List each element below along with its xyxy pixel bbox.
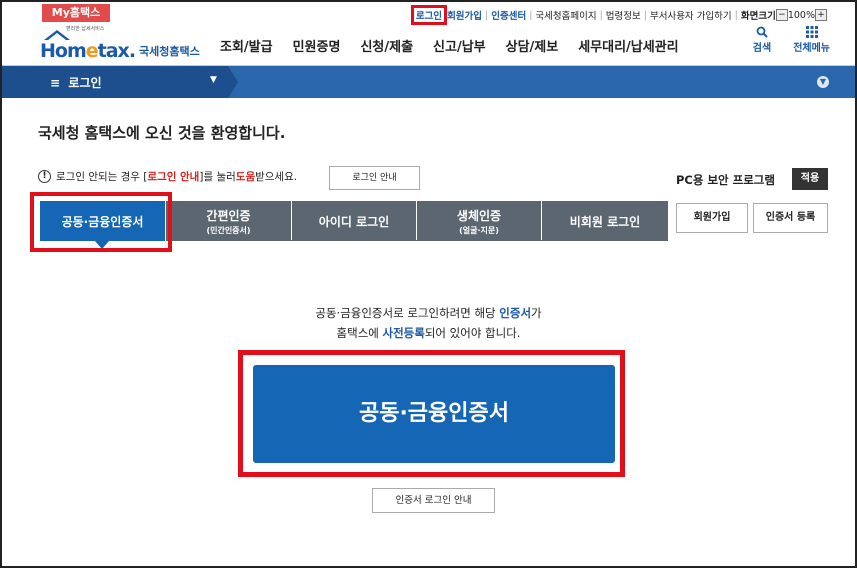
login-notice: ! 로그인 안되는 경우 [로그인 안내]를 눌러 도움 받으세요.	[38, 169, 297, 184]
apply-security-button[interactable]: 적용	[792, 168, 828, 190]
screen-size-label: 화면크기	[740, 11, 776, 22]
breadcrumb[interactable]: ≡ 로그인 ▼	[2, 66, 238, 98]
search-label: 검색	[752, 43, 772, 54]
cert-login-guide-button[interactable]: 인증서 로그인 안내	[372, 488, 495, 513]
nav-item-tax-agent[interactable]: 세무대리/납세관리	[578, 36, 678, 55]
tab-label: 비회원 로그인	[569, 214, 641, 229]
notice-link-text: 로그인 안내	[147, 171, 200, 183]
cert-login-description: 공동·금융인증서로 로그인하려면 해당 인증서가 홈택스에 사전등록되어 있어야…	[0, 303, 857, 343]
divider: |	[599, 9, 603, 21]
main-nav: 조회/발급 민원증명 신청/제출 신고/납부 상담/제보 세무대리/납세관리	[220, 36, 699, 55]
tab-biometric-auth[interactable]: 생체인증 (얼굴·지문)	[417, 201, 542, 241]
tab-id-login[interactable]: 아이디 로그인	[292, 201, 417, 241]
nav-item-certificates[interactable]: 민원증명	[293, 36, 341, 55]
dept-user-signup-link[interactable]: 부서사용자 가입하기	[650, 8, 732, 22]
text: 되어 있어야 합니다.	[424, 326, 521, 340]
divider: |	[485, 9, 489, 21]
page-title: 국세청 홈택스에 오신 것을 환영합니다.	[38, 124, 286, 142]
tab-guest-login[interactable]: 비회원 로그인	[542, 201, 668, 241]
login-guide-button[interactable]: 로그인 안내	[329, 166, 420, 190]
logo-part: e	[85, 40, 99, 62]
logo-part: tax.	[97, 40, 136, 62]
alert-icon: !	[38, 170, 51, 183]
nav-item-inquiry[interactable]: 조회/발급	[220, 36, 273, 55]
header-icons: 검색 전체메뉴	[731, 26, 830, 54]
text: 공동·금융인증서로 로그인하려면 해당	[315, 306, 500, 320]
tab-simple-auth[interactable]: 간편인증 (민간인증서)	[166, 201, 292, 241]
logo-korean-name: 국세청홈택스	[139, 45, 200, 58]
notice-text: 로그인 안되는 경우 [	[56, 171, 148, 183]
search-button[interactable]: 검색	[753, 26, 771, 54]
law-info-link[interactable]: 법령정보	[606, 8, 641, 22]
grid-menu-icon	[805, 26, 818, 38]
tab-label: 아이디 로그인	[318, 214, 390, 229]
logo-wordmark: Hometax.	[40, 40, 136, 62]
logo-part: Hom	[40, 40, 87, 62]
zoom-control: − 100% +	[775, 9, 827, 21]
description-line-2: 홈택스에 사전등록되어 있어야 합니다.	[0, 323, 857, 343]
tab-label: 생체인증	[456, 208, 502, 223]
zoom-in-button[interactable]: +	[815, 9, 827, 21]
nav-item-filing[interactable]: 신고/납부	[433, 36, 486, 55]
nts-homepage-link[interactable]: 국세청홈페이지	[535, 8, 596, 22]
hometax-logo[interactable]: 편리한 납세서비스 Hometax. 국세청홈택스	[40, 26, 200, 62]
zoom-out-button[interactable]: −	[775, 9, 788, 21]
cert-center-link[interactable]: 인증센터	[491, 8, 526, 22]
notice-text: ]를 눌러	[199, 171, 236, 183]
pc-security-label: PC용 보안 프로그램	[676, 173, 775, 187]
text: 가	[531, 306, 542, 320]
logo-tagline: 편리한 납세서비스	[66, 26, 105, 32]
zoom-value: 100%	[787, 9, 815, 21]
text-emphasis: 사전등록	[382, 326, 425, 340]
breadcrumb-bar: ≡ 로그인 ▼ ▼	[2, 66, 855, 98]
menu-icon: ≡	[50, 76, 61, 90]
tab-sublabel: (민간인증서)	[206, 225, 251, 235]
nav-item-application[interactable]: 신청/제출	[360, 36, 413, 55]
top-utility-bar: My홈택스 로그인 회원가입 | 인증센터 | 국세청홈페이지 | 법령정보 |…	[2, 2, 855, 25]
caret-down-icon: ▼	[210, 75, 217, 85]
search-icon	[756, 26, 768, 38]
description-line-1: 공동·금융인증서로 로그인하려면 해당 인증서가	[0, 303, 857, 323]
all-menu-label: 전체메뉴	[793, 43, 830, 54]
breadcrumb-text: 로그인	[68, 76, 102, 90]
signup-button[interactable]: 회원가입	[676, 203, 748, 233]
chevron-down-icon[interactable]: ▼	[817, 76, 829, 88]
signup-link[interactable]: 회원가입	[447, 8, 482, 22]
divider: |	[734, 9, 738, 21]
text-emphasis: 인증서	[499, 306, 532, 320]
notice-text: 받으세요.	[255, 171, 298, 183]
tab-label: 간편인증	[206, 208, 251, 223]
breadcrumb-label: ≡ 로그인	[50, 74, 102, 91]
divider: |	[643, 9, 647, 21]
tab-underline	[172, 240, 668, 241]
text: 홈택스에	[336, 326, 383, 340]
joint-financial-cert-login-button[interactable]: 공동·금융인증서	[253, 365, 615, 463]
tab-sublabel: (얼굴·지문)	[459, 225, 499, 235]
cert-register-button[interactable]: 인증서 등록	[753, 203, 828, 233]
notice-help-text: 도움	[235, 171, 256, 183]
divider: |	[529, 9, 533, 21]
highlight-box-tab	[30, 192, 172, 252]
my-hometax-tab[interactable]: My홈택스	[42, 4, 110, 22]
all-menu-button[interactable]: 전체메뉴	[793, 26, 830, 54]
nav-item-consult[interactable]: 상담/제보	[506, 36, 559, 55]
site-header: 편리한 납세서비스 Hometax. 국세청홈택스 조회/발급 민원증명 신청/…	[2, 22, 855, 66]
